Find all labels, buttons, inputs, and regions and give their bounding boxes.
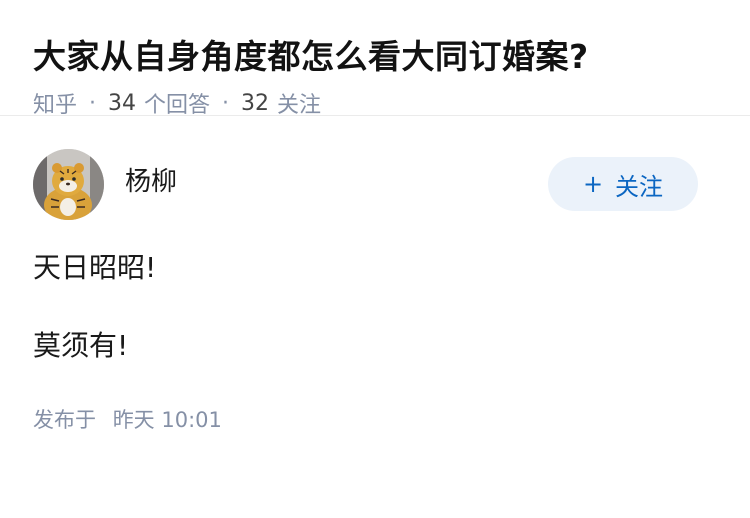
follower-count: 32 [241, 90, 270, 116]
author-info: 杨柳 [33, 148, 177, 220]
published-time-value: 昨天 10:01 [112, 408, 222, 432]
follow-button-label: 关注 [615, 172, 664, 201]
meta-separator: · [222, 90, 230, 116]
question-title[interactable]: 大家从自身角度都怎么看大同订婚案? [33, 34, 717, 80]
answer-content[interactable]: 天日昭昭! 莫须有! [33, 248, 717, 366]
answer-count-label: 个回答 [144, 93, 211, 118]
question-header: 大家从自身角度都怎么看大同订婚案? 知乎 · 34 个回答 · 32 关注 [0, 0, 750, 119]
answer-card: 杨柳 + 关注 天日昭昭! 莫须有! 发布于 昨天 10:01 [0, 116, 750, 434]
zhihu-answer-page: 大家从自身角度都怎么看大同订婚案? 知乎 · 34 个回答 · 32 关注 杨柳… [0, 0, 750, 518]
answer-count: 34 [108, 90, 137, 116]
author-name[interactable]: 杨柳 [125, 161, 177, 198]
published-prefix: 发布于 [33, 408, 96, 432]
follower-label: 关注 [277, 93, 322, 118]
answer-paragraph: 莫须有! [33, 329, 129, 362]
author-row: 杨柳 + 关注 [33, 148, 717, 220]
plus-icon: + [582, 170, 604, 198]
follow-button[interactable]: + 关注 [548, 157, 698, 211]
published-time: 发布于 昨天 10:01 [33, 404, 717, 434]
tiger-avatar-icon[interactable] [33, 148, 104, 220]
source-label[interactable]: 知乎 [33, 87, 77, 119]
meta-separator: · [89, 90, 97, 116]
question-meta: 知乎 · 34 个回答 · 32 关注 [33, 87, 717, 119]
answer-paragraph: 天日昭昭! [33, 251, 157, 284]
